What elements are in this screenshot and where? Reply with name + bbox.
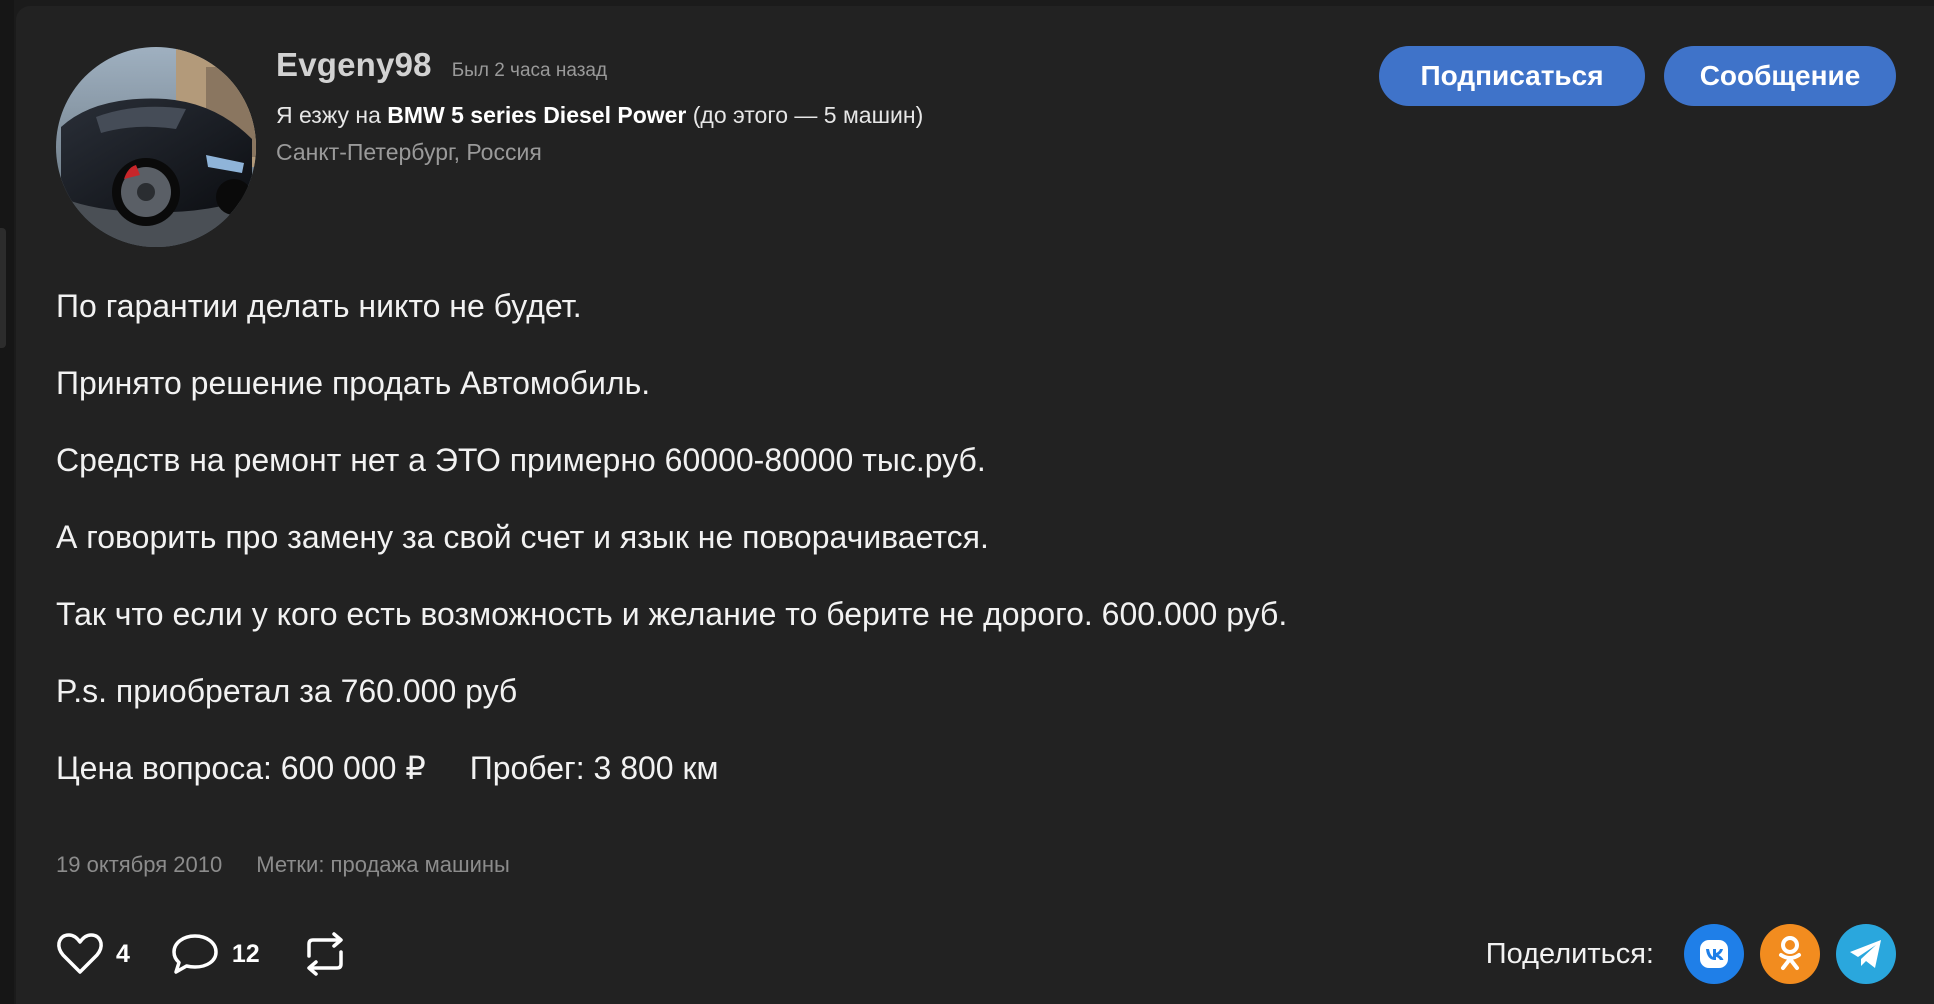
post-line: P.s. приобретал за 760.000 руб (56, 673, 518, 709)
post-tags[interactable]: Метки: продажа машины (256, 852, 510, 878)
post-line: Принято решение продать Автомобиль. (56, 365, 651, 401)
sidebar-scroll-handle[interactable] (0, 228, 6, 348)
post-line: А говорить про замену за свой счет и язы… (56, 519, 989, 555)
repost-button[interactable] (300, 932, 350, 976)
message-button[interactable]: Сообщение (1664, 46, 1896, 106)
avatar[interactable] (56, 47, 256, 247)
share-telegram-button[interactable] (1836, 924, 1896, 984)
share-label: Поделиться: (1485, 937, 1654, 970)
drives-prefix: Я езжу на (276, 102, 381, 128)
price: Цена вопроса: 600 000 ₽ (56, 750, 426, 786)
avatar-car-photo (56, 47, 256, 247)
post-line: По гарантии делать никто не будет. (56, 288, 582, 324)
share-ok-button[interactable] (1760, 924, 1820, 984)
author-name-row: Evgeny98 Был 2 часа назад (276, 46, 923, 90)
comment-bubble-icon (172, 934, 218, 974)
author-info: Evgeny98 Был 2 часа назад Я езжу на BMW … (276, 46, 923, 166)
vk-icon (1700, 940, 1728, 968)
share-vk-button[interactable] (1684, 924, 1744, 984)
post-date: 19 октября 2010 (56, 852, 223, 877)
heart-icon (57, 933, 103, 974)
author-car-line: Я езжу на BMW 5 series Diesel Power (до … (276, 102, 923, 129)
post-line: Так что если у кого есть возможность и ж… (56, 596, 1288, 632)
post-meta: 19 октября 2010 Метки: продажа машины (56, 852, 510, 878)
odnoklassniki-icon (1779, 936, 1801, 970)
author-location: Санкт-Петербург, Россия (276, 139, 542, 165)
subscribe-button[interactable]: Подписаться (1379, 46, 1645, 106)
author-car-link[interactable]: BMW 5 series Diesel Power (387, 102, 686, 128)
share-bar: Поделиться: (1486, 924, 1896, 984)
post-actions: 4 12 (56, 924, 390, 984)
left-sidebar-edge (0, 0, 14, 1004)
telegram-icon (1850, 940, 1881, 968)
last-seen-status: Был 2 часа назад (451, 60, 608, 81)
drives-suffix: (до этого — 5 машин) (692, 102, 924, 128)
like-button[interactable]: 4 (56, 932, 130, 976)
author-username[interactable]: Evgeny98 (276, 46, 432, 84)
price-mileage-row: Цена вопроса: 600 000 ₽ Пробег: 3 800 км (56, 748, 1856, 788)
repost-icon (306, 932, 343, 976)
post-body: По гарантии делать никто не будет. Приня… (56, 286, 1856, 788)
page: Evgeny98 Был 2 часа назад Я езжу на BMW … (0, 0, 1934, 1004)
comments-button[interactable]: 12 (170, 932, 260, 976)
comments-count: 12 (231, 939, 260, 968)
likes-count: 4 (116, 939, 130, 968)
mileage: Пробег: 3 800 км (469, 750, 719, 786)
post-line: Средств на ремонт нет а ЭТО примерно 600… (56, 442, 986, 478)
post-card: Evgeny98 Был 2 часа назад Я езжу на BMW … (16, 6, 1934, 1004)
